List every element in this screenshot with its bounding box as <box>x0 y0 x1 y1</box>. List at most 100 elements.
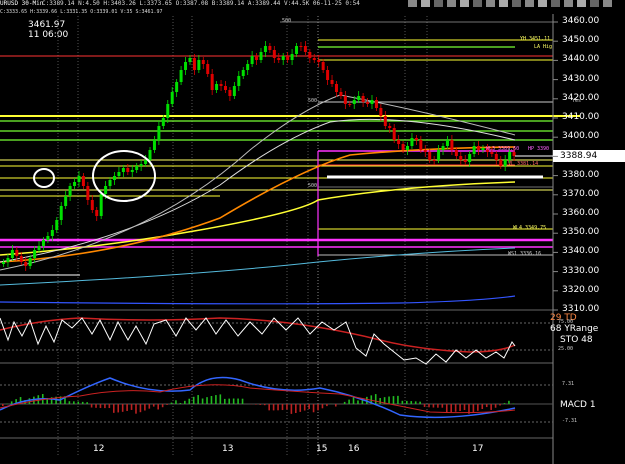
macd-bar <box>423 404 426 408</box>
time-label-13: 13 <box>222 444 234 454</box>
macd-bar <box>112 404 115 413</box>
macd-bar <box>321 404 324 409</box>
macd-bar <box>2 404 4 406</box>
macd-bar <box>99 404 102 409</box>
macd-bar <box>379 398 381 404</box>
candle-body <box>299 46 303 47</box>
macd-bar <box>104 404 106 409</box>
moving-averages <box>0 94 516 305</box>
candle-body <box>366 102 370 104</box>
candle-body <box>454 150 458 156</box>
candle-body <box>259 52 263 60</box>
annotation-wl3: WL3 3389.60 <box>486 146 520 152</box>
candle-body <box>295 46 299 54</box>
macd-bar <box>357 400 359 404</box>
candle-body <box>361 96 365 102</box>
candle-body <box>139 164 143 166</box>
candle-body <box>144 160 148 164</box>
macd-bar <box>95 404 97 408</box>
candle-body <box>166 104 170 118</box>
macd-bar <box>401 400 404 404</box>
macd-bar <box>494 404 497 408</box>
price-tick-label: 3400.00 <box>562 131 600 142</box>
macd-bar <box>481 404 484 410</box>
candle-body <box>410 138 414 146</box>
candle-body <box>374 100 378 108</box>
candle-body <box>419 140 423 150</box>
macd-bar <box>508 400 510 404</box>
macd-panel <box>0 376 553 423</box>
macd-bar <box>317 404 319 411</box>
candle-body <box>121 168 125 172</box>
candle-body <box>161 118 165 126</box>
annotation-yes: Yes <box>572 98 582 104</box>
macd-bar <box>459 404 461 411</box>
price-tick-label: 3430.00 <box>562 73 600 84</box>
candle-body <box>432 160 436 161</box>
candle-body <box>2 262 5 264</box>
candle-body <box>303 46 307 52</box>
candle-body <box>334 84 338 92</box>
candle-body <box>108 180 112 186</box>
candle-body <box>277 58 281 60</box>
macd-bar <box>437 404 439 408</box>
candle-body <box>494 154 498 160</box>
macd-bar <box>290 404 293 414</box>
time-label-16: 16 <box>348 444 360 454</box>
macd-bar <box>241 398 244 404</box>
candle-body <box>321 62 325 70</box>
annotation-wl4: WL4 3349.75 <box>513 225 547 231</box>
macd-bar <box>219 394 222 404</box>
candle-body <box>152 140 156 150</box>
macd-bar <box>414 401 417 404</box>
candle-body <box>210 74 214 90</box>
macd-bar <box>90 404 93 408</box>
macd-bar <box>228 398 231 404</box>
macd-bar <box>130 404 133 410</box>
candle-body <box>126 168 130 172</box>
candle-body <box>339 92 343 96</box>
candle-body <box>472 146 476 154</box>
time-label-17: 17 <box>472 444 484 454</box>
candle-body <box>459 156 463 160</box>
stoch-tick-75: 75.00 <box>558 319 574 325</box>
macd-bar <box>175 400 177 404</box>
candle-body <box>308 52 312 58</box>
macd-bar <box>68 401 71 404</box>
macd-bar <box>161 404 164 408</box>
macd-bar <box>197 395 199 404</box>
candle-body <box>441 146 445 150</box>
candle-body <box>64 196 68 206</box>
candle-body <box>499 160 503 166</box>
candle-body <box>406 146 410 150</box>
candle-body <box>6 258 10 262</box>
macd-bar <box>73 401 75 404</box>
candle-body <box>268 46 272 50</box>
candle-body <box>312 58 316 60</box>
macd-bar <box>428 404 430 408</box>
stoch-tick-25: 25.00 <box>558 346 574 352</box>
macd-bar <box>201 398 204 404</box>
candle-body <box>215 84 219 90</box>
candle-body <box>179 70 183 82</box>
candle-body <box>241 70 245 76</box>
candle-body <box>392 128 396 140</box>
macd-bar <box>277 404 279 411</box>
candle-body <box>428 152 432 160</box>
macd-bar <box>326 404 328 407</box>
candle-body <box>219 84 223 86</box>
macd-bar <box>86 402 88 404</box>
candle-body <box>463 160 467 162</box>
candle-body <box>357 96 361 100</box>
price-chart[interactable] <box>0 0 625 464</box>
candle-body <box>437 150 441 160</box>
candle-body <box>112 176 116 180</box>
macd-bar <box>299 404 302 412</box>
macd-bar <box>126 404 128 411</box>
macd-bar <box>188 398 191 404</box>
candle-body <box>330 80 334 84</box>
macd-bar <box>312 404 315 413</box>
macd-bar <box>406 400 408 404</box>
macd-bar <box>10 401 13 404</box>
candle-body <box>117 172 121 176</box>
